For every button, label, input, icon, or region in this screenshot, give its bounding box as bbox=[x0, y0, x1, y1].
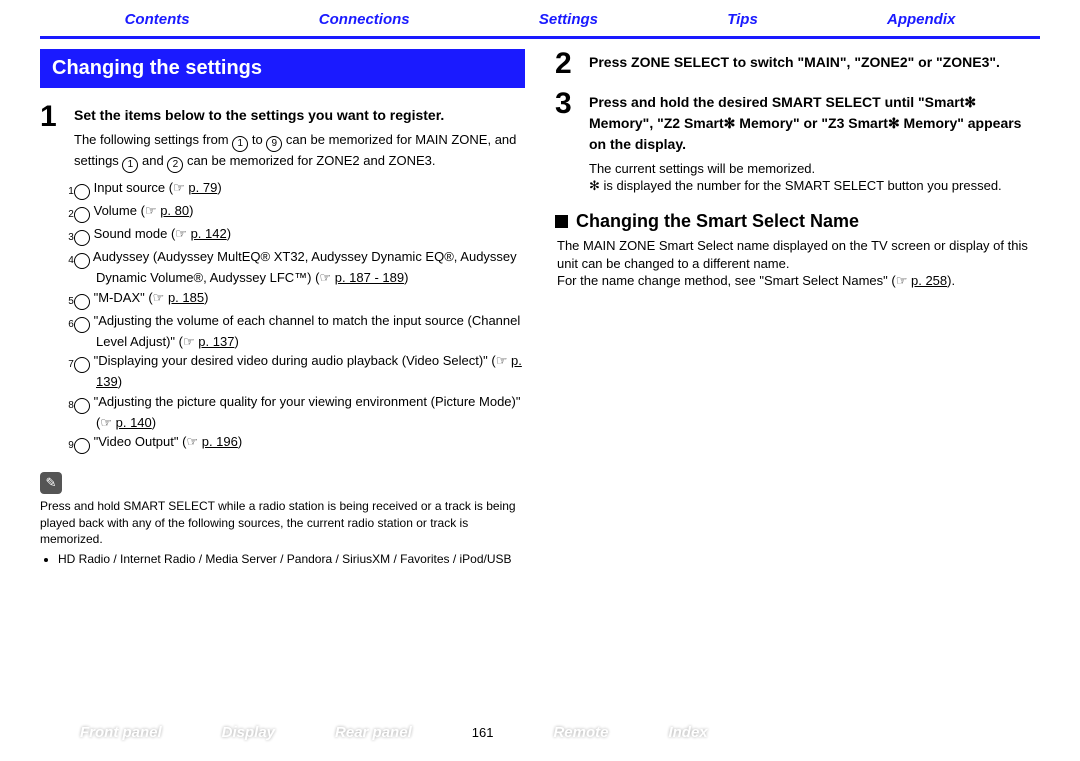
circled-1: 1 bbox=[232, 136, 248, 152]
page-body: Changing the settings 1 Set the items be… bbox=[0, 49, 1080, 567]
hand-icon: ☞ bbox=[145, 203, 157, 218]
step-heading: Press and hold the desired SMART SELECT … bbox=[589, 93, 1040, 154]
subsection-body: The MAIN ZONE Smart Select name displaye… bbox=[555, 237, 1040, 290]
step-2: 2 Press ZONE SELECT to switch "MAIN", "Z… bbox=[555, 49, 1040, 79]
circled-number: 5 bbox=[74, 294, 90, 310]
hand-icon: ☞ bbox=[183, 334, 195, 349]
nav-tips[interactable]: Tips bbox=[727, 10, 758, 30]
hand-icon: ☞ bbox=[319, 270, 331, 285]
sub-p1: The MAIN ZONE Smart Select name displaye… bbox=[557, 237, 1040, 272]
step-3: 3 Press and hold the desired SMART SELEC… bbox=[555, 89, 1040, 195]
divider bbox=[40, 36, 1040, 39]
page-link[interactable]: p. 258 bbox=[911, 273, 947, 288]
square-bullet-icon bbox=[555, 215, 568, 228]
note-text: Press and hold SMART SELECT while a radi… bbox=[40, 498, 525, 547]
circled-number: 4 bbox=[74, 253, 90, 269]
settings-item: 1 Input source (☞ p. 79) bbox=[74, 179, 525, 200]
hand-icon: ☞ bbox=[100, 415, 112, 430]
star-icon: ✻ bbox=[724, 117, 736, 132]
nav-connections[interactable]: Connections bbox=[319, 10, 410, 30]
circled-number: 2 bbox=[74, 207, 90, 223]
page-link[interactable]: p. 80 bbox=[160, 203, 189, 218]
step-number: 2 bbox=[555, 49, 577, 79]
hand-icon: ☞ bbox=[896, 273, 908, 288]
step-heading: Set the items below to the settings you … bbox=[74, 106, 525, 125]
page-link[interactable]: p. 139 bbox=[96, 353, 522, 389]
nav-rear-panel[interactable]: Rear panel bbox=[335, 723, 412, 743]
sub-p2: For the name change method, see "Smart S… bbox=[557, 272, 1040, 290]
step3-line2: ✻ is displayed the number for the SMART … bbox=[589, 177, 1040, 195]
hand-icon: ☞ bbox=[175, 226, 187, 241]
settings-item: 9 "Video Output" (☞ p. 196) bbox=[74, 433, 525, 454]
page-link[interactable]: p. 79 bbox=[188, 180, 217, 195]
circled-2: 2 bbox=[167, 157, 183, 173]
settings-item: 8 "Adjusting the picture quality for you… bbox=[74, 393, 525, 432]
note-bullet: HD Radio / Internet Radio / Media Server… bbox=[58, 551, 525, 567]
step3-line1: The current settings will be memorized. bbox=[589, 160, 1040, 178]
page-link[interactable]: p. 137 bbox=[198, 334, 234, 349]
nav-appendix[interactable]: Appendix bbox=[887, 10, 955, 30]
section-title: Changing the settings bbox=[40, 49, 525, 88]
page-link[interactable]: p. 140 bbox=[116, 415, 152, 430]
circled-number: 3 bbox=[74, 230, 90, 246]
settings-item: 3 Sound mode (☞ p. 142) bbox=[74, 225, 525, 246]
settings-item: 6 "Adjusting the volume of each channel … bbox=[74, 312, 525, 351]
page-link[interactable]: p. 196 bbox=[202, 434, 238, 449]
page-link[interactable]: p. 142 bbox=[191, 226, 227, 241]
hand-icon: ☞ bbox=[496, 353, 508, 368]
subsection-heading: Changing the Smart Select Name bbox=[555, 209, 1040, 233]
note-sources: HD Radio / Internet Radio / Media Server… bbox=[40, 551, 525, 567]
circled-number: 1 bbox=[74, 184, 90, 200]
hand-icon: ☞ bbox=[153, 290, 165, 305]
bottom-nav: Front panel Display Rear panel 161 Remot… bbox=[0, 723, 1080, 743]
page-link[interactable]: p. 187 - 189 bbox=[335, 270, 404, 285]
settings-item: 5 "M-DAX" (☞ p. 185) bbox=[74, 289, 525, 310]
left-column: Changing the settings 1 Set the items be… bbox=[40, 49, 525, 567]
step-1: 1 Set the items below to the settings yo… bbox=[40, 102, 525, 456]
right-column: 2 Press ZONE SELECT to switch "MAIN", "Z… bbox=[555, 49, 1040, 567]
star-icon: ✻ bbox=[888, 117, 900, 132]
circled-9: 9 bbox=[266, 136, 282, 152]
page-number: 161 bbox=[472, 724, 494, 742]
circled-number: 7 bbox=[74, 357, 90, 373]
circled-number: 9 bbox=[74, 438, 90, 454]
step1-intro: The following settings from 1 to 9 can b… bbox=[74, 131, 525, 173]
page-link[interactable]: p. 185 bbox=[168, 290, 204, 305]
star-icon: ✻ bbox=[964, 96, 976, 111]
circled-1b: 1 bbox=[122, 157, 138, 173]
top-nav: Contents Connections Settings Tips Appen… bbox=[0, 0, 1080, 36]
hand-icon: ☞ bbox=[186, 434, 198, 449]
circled-number: 6 bbox=[74, 317, 90, 333]
note-block: ✎ Press and hold SMART SELECT while a ra… bbox=[40, 462, 525, 567]
step-heading: Press ZONE SELECT to switch "MAIN", "ZON… bbox=[589, 53, 1040, 72]
pencil-icon: ✎ bbox=[40, 472, 62, 494]
step-number: 1 bbox=[40, 102, 62, 456]
nav-remote[interactable]: Remote bbox=[553, 723, 608, 743]
settings-list: 1 Input source (☞ p. 79)2 Volume (☞ p. 8… bbox=[74, 179, 525, 454]
nav-index[interactable]: Index bbox=[668, 723, 707, 743]
nav-display[interactable]: Display bbox=[222, 723, 275, 743]
step-number: 3 bbox=[555, 89, 577, 195]
nav-front-panel[interactable]: Front panel bbox=[80, 723, 162, 743]
nav-settings[interactable]: Settings bbox=[539, 10, 598, 30]
settings-item: 4 Audyssey (Audyssey MultEQ® XT32, Audys… bbox=[74, 248, 525, 287]
settings-item: 2 Volume (☞ p. 80) bbox=[74, 202, 525, 223]
settings-item: 7 "Displaying your desired video during … bbox=[74, 352, 525, 391]
circled-number: 8 bbox=[74, 398, 90, 414]
hand-icon: ☞ bbox=[173, 180, 185, 195]
nav-contents[interactable]: Contents bbox=[125, 10, 190, 30]
